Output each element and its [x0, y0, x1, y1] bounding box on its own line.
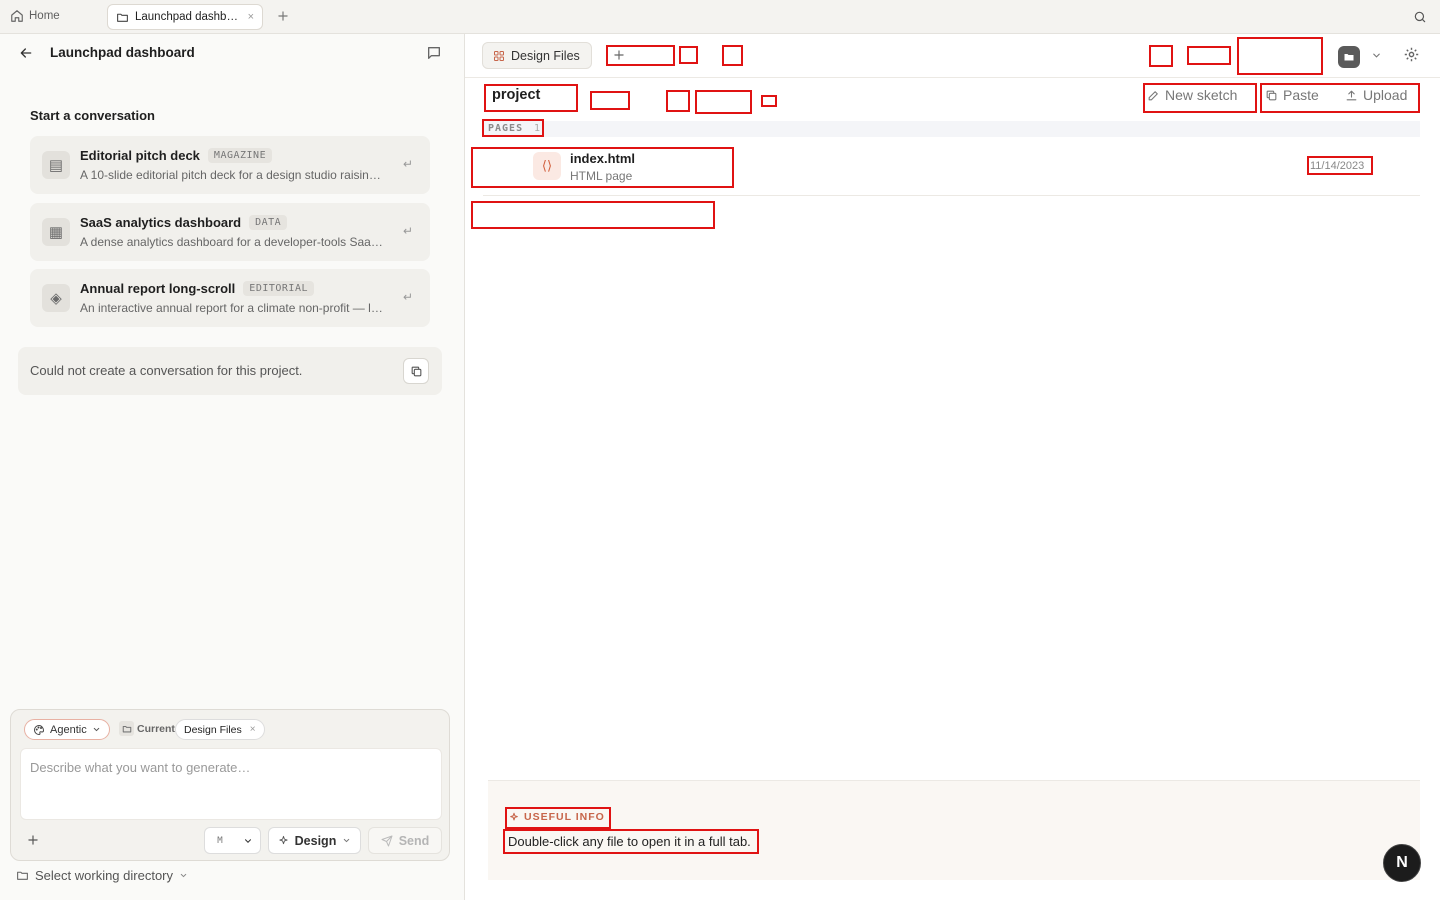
current-context-label: Current [137, 723, 175, 735]
new-chat-button[interactable] [426, 45, 442, 61]
tab-design-files[interactable]: Design Files [482, 42, 592, 69]
design-mode-label: Design [294, 833, 337, 848]
arrow-left-icon [18, 45, 34, 61]
working-directory-label: Select working directory [35, 868, 173, 883]
highlight-box [482, 119, 544, 137]
template-desc: A dense analytics dashboard for a develo… [80, 235, 385, 249]
global-search-button[interactable] [1413, 10, 1427, 24]
mode-selector[interactable]: Agentic [24, 719, 110, 740]
tab-home-label: Home [29, 10, 60, 22]
highlight-box [1260, 83, 1420, 113]
highlight-box [1307, 156, 1373, 175]
enter-icon: ↵ [402, 224, 413, 238]
mode-label: Agentic [50, 723, 87, 736]
highlight-box [1237, 37, 1323, 75]
highlight-box [590, 91, 630, 110]
sparkle-icon [278, 835, 289, 846]
tab-design-files-label: Design Files [511, 48, 580, 63]
design-files-chip[interactable]: Design Files × [175, 719, 265, 740]
design-files-chip-label: Design Files [184, 723, 242, 736]
tab-launchpad-dashboard[interactable]: Launchpad dashboard × [107, 4, 263, 30]
design-mode-button[interactable]: Design [268, 827, 361, 854]
enter-icon: ↵ [402, 157, 413, 171]
highlight-box [1143, 83, 1257, 113]
working-directory-selector[interactable]: Select working directory [16, 868, 188, 883]
design-files-panel: Design Files project New sketch Paste Up… [465, 34, 1440, 900]
send-icon [381, 835, 393, 847]
highlight-box [503, 829, 759, 854]
model-selector[interactable]: M [204, 827, 261, 854]
template-desc: An interactive annual report for a clima… [80, 301, 385, 315]
copy-icon [410, 365, 423, 378]
new-tab-button[interactable] [276, 9, 290, 23]
diamond-icon: ◈ [42, 284, 70, 312]
send-label: Send [398, 833, 430, 848]
copy-error-button[interactable] [403, 358, 429, 384]
highlight-box [722, 45, 743, 66]
template-badge: EDITORIAL [243, 281, 314, 296]
template-card-editorial[interactable]: ▤ Editorial pitch deck MAGAZINE A 10-sli… [30, 136, 430, 194]
send-button[interactable]: Send [368, 827, 442, 854]
chevron-down-icon[interactable] [1371, 50, 1382, 61]
document-icon: ▤ [42, 151, 70, 179]
highlight-box [606, 45, 675, 66]
settings-button[interactable] [1403, 46, 1420, 63]
folder-icon [16, 869, 29, 882]
chevron-down-icon [342, 836, 351, 845]
template-card-saas[interactable]: ▦ SaaS analytics dashboard DATA A dense … [30, 203, 430, 261]
model-label: M [217, 835, 223, 846]
chat-icon [426, 45, 442, 61]
palette-icon [33, 724, 45, 736]
highlight-box [471, 147, 734, 188]
conversation-panel: Launchpad dashboard Start a conversation… [0, 34, 465, 900]
enter-icon: ↵ [402, 290, 413, 304]
highlight-box [695, 90, 752, 114]
highlight-box [471, 201, 715, 229]
section-title: Start a conversation [30, 108, 155, 123]
highlight-box [666, 90, 690, 112]
remove-chip-button[interactable]: × [250, 724, 256, 735]
home-icon [10, 9, 24, 23]
template-desc: A 10-slide editorial pitch deck for a de… [80, 168, 385, 182]
tab-bar: Home Launchpad dashboard × [0, 0, 1440, 34]
pages-section-header [483, 121, 1420, 137]
search-icon [1413, 10, 1427, 24]
n-badge-icon[interactable]: N [1383, 844, 1421, 882]
template-name: Annual report long-scroll [80, 281, 236, 296]
composer: Agentic Current Design Files × M [10, 709, 450, 861]
grid-icon: ▦ [42, 218, 70, 246]
grid-icon [493, 50, 505, 62]
template-name: Editorial pitch deck [80, 148, 200, 163]
project-title: Launchpad dashboard [50, 45, 195, 60]
files-header: Design Files [465, 34, 1440, 78]
chevron-down-icon [235, 836, 253, 846]
folder-icon[interactable] [1338, 46, 1360, 68]
folder-icon [116, 11, 129, 24]
highlight-box [1187, 46, 1231, 65]
tab-home[interactable]: Home [10, 9, 60, 23]
tab-close-button[interactable]: × [248, 11, 254, 23]
template-card-annual-report[interactable]: ◈ Annual report long-scroll EDITORIAL An… [30, 269, 430, 327]
template-badge: MAGAZINE [207, 148, 273, 163]
highlight-box [505, 807, 611, 829]
chevron-down-icon [179, 871, 188, 880]
attach-button[interactable] [26, 833, 40, 847]
prompt-input[interactable] [20, 748, 442, 820]
highlight-box [761, 95, 777, 107]
back-button[interactable] [18, 45, 34, 61]
error-message-box: Could not create a conversation for this… [18, 347, 442, 395]
chevron-down-icon [92, 725, 101, 734]
useful-info-panel: USEFUL INFO Double-click any file to ope… [488, 780, 1420, 880]
highlight-box [679, 46, 698, 64]
tab-title: Launchpad dashboard [135, 11, 242, 23]
template-name: SaaS analytics dashboard [80, 215, 242, 230]
template-badge: DATA [249, 215, 288, 230]
plus-icon [276, 9, 290, 23]
plus-icon [26, 833, 40, 847]
highlight-box [484, 84, 578, 112]
error-message: Could not create a conversation for this… [30, 363, 303, 378]
folder-icon[interactable] [119, 721, 134, 736]
highlight-box [1149, 45, 1173, 67]
gear-icon [1403, 46, 1420, 63]
